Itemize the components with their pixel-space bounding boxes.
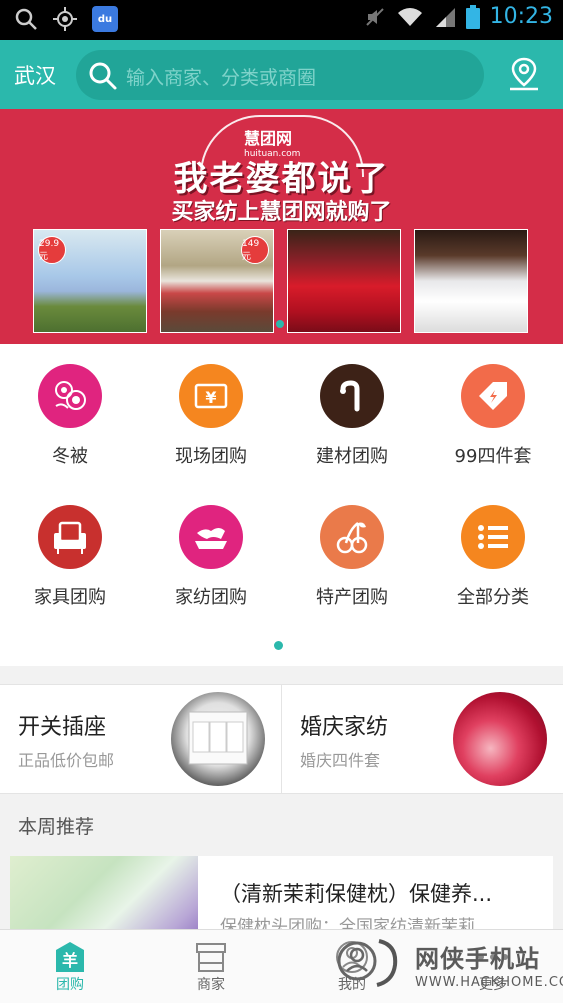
city-selector[interactable]: 武汉	[14, 60, 56, 90]
nav-tab-merchants[interactable]: 商家	[141, 940, 281, 994]
banner-product-pillow: 29.9元	[33, 229, 147, 333]
category-label: 冬被	[52, 446, 88, 467]
promo-title: 婚庆家纺	[300, 715, 389, 740]
status-bar: du 10:23	[0, 0, 563, 40]
search-input[interactable]: 输入商家、分类或商圈	[76, 50, 484, 100]
promo-subtitle: 婚庆四件套	[300, 751, 381, 770]
category-label: 家纺团购	[175, 587, 247, 608]
rose-icon	[38, 364, 102, 428]
category-label: 现场团购	[175, 446, 247, 467]
price-badge: 149元	[241, 236, 269, 264]
yen-ticket-icon: ¥	[179, 364, 243, 428]
category-page-indicator	[274, 641, 283, 650]
battery-icon	[465, 4, 480, 29]
banner-product-bedding-floral: 149元	[160, 229, 274, 333]
section-title: 本周推荐	[18, 816, 95, 838]
banner-product-bedding-red	[287, 229, 401, 333]
banner-page-indicator	[276, 320, 284, 328]
watermark-logo-icon	[337, 939, 398, 987]
cherry-icon	[320, 505, 384, 569]
search-icon	[89, 62, 117, 90]
banner-subheadline: 买家纺上慧团网就购了	[171, 200, 392, 225]
promo-subtitle: 正品低价包邮	[18, 751, 115, 770]
category-item-all[interactable]: 全部分类	[423, 505, 563, 609]
mute-icon	[365, 7, 384, 26]
watermark: 网侠手机站 WWW.HACKHOME.COM	[335, 935, 563, 995]
price-badge: 29.9元	[38, 236, 66, 264]
category-item-home-textiles[interactable]: 家纺团购	[141, 505, 281, 609]
category-label: 全部分类	[457, 587, 529, 608]
banner-headline: 我老婆都说了	[173, 159, 390, 199]
promo-row: 开关插座 正品低价包邮 婚庆家纺 婚庆四件套	[0, 684, 563, 794]
switch-product-image	[171, 692, 265, 786]
group-buy-icon: 羊	[56, 942, 84, 972]
category-item-onsite-group[interactable]: ¥ 现场团购	[141, 364, 281, 468]
list-icon	[461, 505, 525, 569]
watermark-url: WWW.HACKHOME.COM	[415, 975, 563, 990]
category-item-winter-quilt[interactable]: 冬被	[0, 364, 140, 468]
category-label: 99四件套	[454, 446, 532, 467]
category-item-furniture[interactable]: 家具团购	[0, 505, 140, 609]
wedding-bedding-image	[453, 692, 547, 786]
nav-tab-group-buy[interactable]: 羊 团购	[0, 940, 140, 994]
search-placeholder: 输入商家、分类或商圈	[126, 67, 317, 89]
signal-icon	[435, 7, 455, 27]
category-item-specialty[interactable]: 特产团购	[282, 505, 422, 609]
bedding-icon	[179, 505, 243, 569]
gps-icon	[53, 7, 77, 31]
nav-label: 商家	[197, 977, 225, 993]
map-location-icon[interactable]	[507, 56, 541, 92]
category-label: 家具团购	[34, 587, 106, 608]
promo-banner[interactable]: 慧团网 huituan.com 我老婆都说了 买家纺上慧团网就购了 29.9元 …	[0, 109, 563, 344]
search-icon	[15, 8, 37, 30]
svg-text:羊: 羊	[62, 951, 78, 970]
promo-title: 开关插座	[18, 715, 107, 740]
category-label: 特产团购	[316, 587, 388, 608]
clock: 10:23	[489, 4, 553, 29]
faucet-icon	[320, 364, 384, 428]
banner-logo-text: 慧团网	[244, 129, 293, 148]
armchair-icon	[38, 505, 102, 569]
svg-text:¥: ¥	[205, 388, 216, 407]
nav-label: 团购	[56, 977, 84, 993]
category-item-99-four-piece[interactable]: 99四件套	[423, 364, 563, 468]
watermark-text: 网侠手机站	[415, 945, 540, 973]
tag-icon	[461, 364, 525, 428]
recommendation-title: （清新茉莉保健枕）保健养...	[220, 882, 493, 906]
category-item-building-materials[interactable]: 建材团购	[282, 364, 422, 468]
promo-card-switch-socket[interactable]: 开关插座 正品低价包邮	[0, 685, 281, 793]
store-icon	[196, 943, 226, 972]
category-label: 建材团购	[316, 446, 388, 467]
wifi-icon	[397, 7, 422, 26]
baidu-icon: du	[92, 6, 118, 32]
category-grid: 冬被 ¥ 现场团购 建材团购 99四件套 家具团购 家纺团购 特产团购 全部分类	[0, 344, 563, 666]
app-header: 武汉 输入商家、分类或商圈	[0, 40, 563, 109]
banner-product-quilt-white	[414, 229, 528, 333]
promo-card-wedding-textiles[interactable]: 婚庆家纺 婚庆四件套	[282, 685, 563, 793]
